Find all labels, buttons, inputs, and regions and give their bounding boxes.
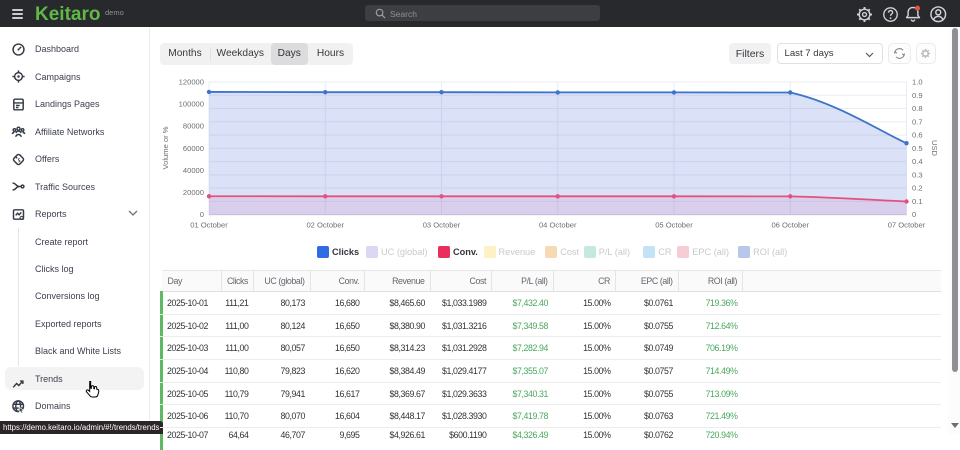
svg-text:0: 0	[200, 210, 204, 219]
svg-text:1.0: 1.0	[912, 78, 923, 87]
svg-text:0.3: 0.3	[912, 170, 923, 179]
svg-text:0.2: 0.2	[912, 184, 923, 193]
svg-text:0.6: 0.6	[912, 131, 923, 140]
svg-text:80000: 80000	[183, 122, 204, 131]
svg-text:0.1: 0.1	[912, 197, 923, 206]
svg-text:0.8: 0.8	[912, 104, 923, 113]
svg-text:0.9: 0.9	[912, 91, 923, 100]
svg-text:0.7: 0.7	[912, 117, 923, 126]
svg-text:0.4: 0.4	[912, 157, 923, 166]
svg-text:01 October: 01 October	[190, 221, 228, 230]
svg-text:USD: USD	[930, 140, 939, 157]
svg-text:04 October: 04 October	[539, 221, 577, 230]
svg-text:120000: 120000	[179, 78, 204, 87]
svg-text:06 October: 06 October	[771, 221, 809, 230]
svg-text:60000: 60000	[183, 144, 204, 153]
svg-text:05 October: 05 October	[655, 221, 693, 230]
svg-text:0.5: 0.5	[912, 144, 923, 153]
svg-text:07 October: 07 October	[888, 221, 926, 230]
svg-text:Volume or %: Volume or %	[161, 126, 170, 169]
svg-text:40000: 40000	[183, 166, 204, 175]
svg-text:20000: 20000	[183, 188, 204, 197]
svg-text:0: 0	[912, 210, 916, 219]
svg-text:03 October: 03 October	[423, 221, 461, 230]
svg-text:100000: 100000	[179, 100, 204, 109]
svg-text:02 October: 02 October	[306, 221, 344, 230]
